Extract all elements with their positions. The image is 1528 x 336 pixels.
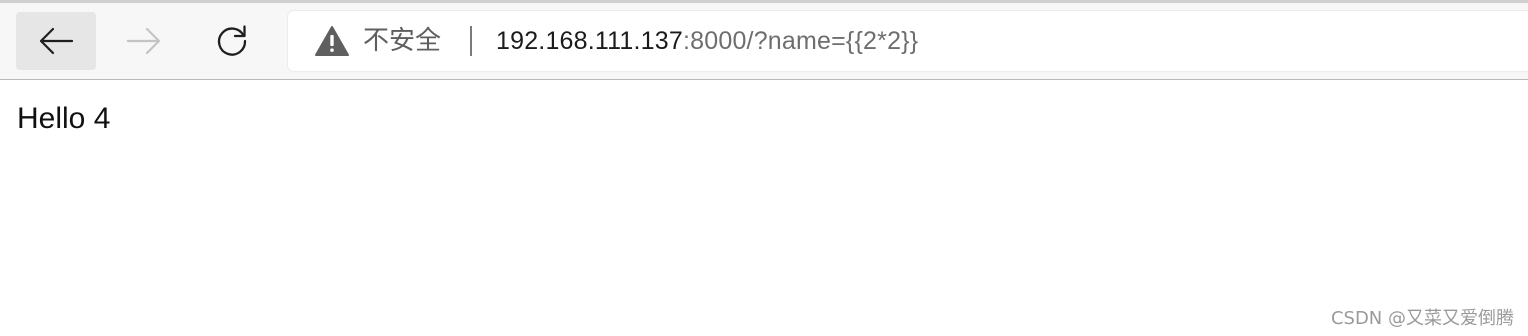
arrow-right-icon — [126, 26, 162, 56]
url-text[interactable]: 192.168.111.137:8000/?name={{2*2}} — [496, 25, 918, 57]
address-bar[interactable]: 不安全 192.168.111.137:8000/?name={{2*2}} — [288, 11, 1528, 71]
warning-triangle-icon[interactable] — [314, 25, 350, 57]
security-status-label[interactable]: 不安全 — [363, 25, 441, 57]
refresh-icon — [214, 23, 250, 59]
forward-button[interactable] — [104, 12, 184, 70]
browser-toolbar: 不安全 192.168.111.137:8000/?name={{2*2}} — [0, 3, 1528, 80]
back-button[interactable] — [16, 12, 96, 70]
address-divider — [470, 26, 472, 56]
page-body-text: Hello 4 — [17, 102, 111, 135]
refresh-button[interactable] — [192, 12, 272, 70]
url-host: 192.168.111.137 — [496, 27, 683, 55]
watermark: CSDN @又菜又爱倒腾 — [1330, 308, 1514, 329]
url-path: :8000/?name={{2*2}} — [682, 27, 919, 55]
arrow-left-icon — [38, 26, 74, 56]
